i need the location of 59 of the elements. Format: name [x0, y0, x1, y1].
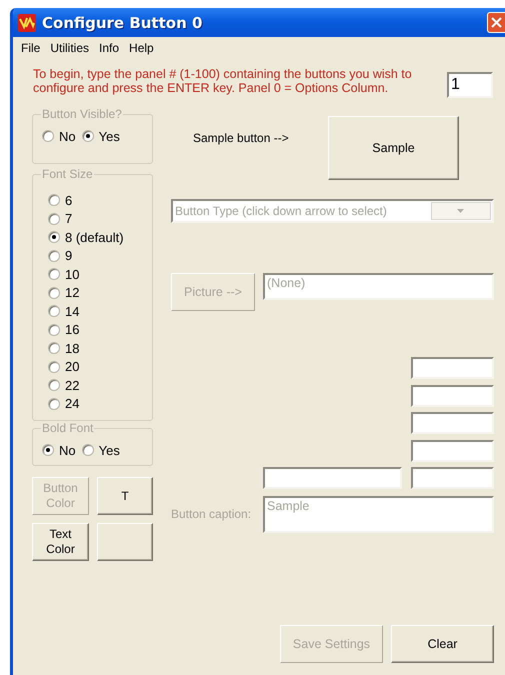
- radio-button[interactable]: [48, 360, 60, 373]
- radio-label[interactable]: 12: [65, 285, 80, 300]
- radio-label[interactable]: Yes: [98, 442, 120, 458]
- close-button[interactable]: [487, 12, 505, 33]
- input-field[interactable]: [263, 467, 402, 489]
- radio-button[interactable]: [48, 250, 60, 262]
- input-field[interactable]: [411, 357, 494, 379]
- radio-label[interactable]: 24: [65, 396, 80, 412]
- radio-button[interactable]: [48, 194, 60, 206]
- radio-label[interactable]: 22: [65, 378, 80, 393]
- radio-label[interactable]: 6: [65, 192, 72, 208]
- radio-label[interactable]: No: [59, 128, 76, 144]
- radio-button[interactable]: [48, 324, 60, 336]
- menu-item[interactable]: Utilities: [45, 40, 94, 54]
- radio-label[interactable]: Yes: [98, 128, 120, 144]
- radio-button[interactable]: [82, 130, 94, 142]
- app-logo-icon: [18, 14, 36, 32]
- radio-label[interactable]: 16: [65, 322, 80, 338]
- color-button[interactable]: T: [97, 477, 153, 515]
- radio-label[interactable]: 14: [65, 304, 80, 319]
- menu-item[interactable]: Help: [124, 40, 159, 54]
- window-title: Configure Button 0: [42, 14, 204, 32]
- dropdown-arrow-icon: [457, 209, 464, 213]
- radio-button[interactable]: [48, 379, 60, 392]
- input-field[interactable]: [411, 412, 494, 434]
- radio-button[interactable]: [48, 231, 60, 244]
- caption-label: Button caption:: [171, 507, 252, 523]
- radio-label[interactable]: No: [59, 442, 76, 458]
- action-button[interactable]: Clear: [391, 625, 494, 663]
- sample-button[interactable]: Sample: [328, 116, 459, 180]
- radio-button[interactable]: [48, 342, 60, 354]
- menu-item[interactable]: Info: [94, 40, 124, 54]
- panel-number-field[interactable]: 1: [447, 72, 493, 98]
- color-button[interactable]: [97, 523, 153, 561]
- instruction-text: To begin, type the panel # (1-100) containing the buttons you wish to configure and press the ENTER key. Panel 0 = Options Column.: [33, 67, 413, 95]
- radio-button[interactable]: [48, 212, 60, 225]
- radio-label[interactable]: 9: [65, 248, 72, 264]
- radio-button[interactable]: [48, 398, 60, 410]
- radio-button[interactable]: [48, 305, 60, 318]
- group-title: Font Size: [41, 167, 94, 181]
- input-field[interactable]: [411, 467, 494, 489]
- input-field[interactable]: [411, 384, 494, 406]
- radio-button[interactable]: [48, 268, 60, 280]
- input-field[interactable]: [411, 440, 494, 462]
- radio-button[interactable]: [48, 286, 60, 299]
- radio-label[interactable]: 20: [65, 359, 80, 374]
- radio-label[interactable]: 18: [65, 340, 80, 356]
- menu-item[interactable]: File: [16, 40, 46, 54]
- radio-button[interactable]: [42, 444, 54, 456]
- radio-label[interactable]: 10: [65, 266, 80, 282]
- sample-label: Sample button -->: [193, 131, 290, 147]
- color-button[interactable]: Text Color: [32, 523, 89, 561]
- radio-label[interactable]: 7: [65, 211, 72, 226]
- radio-button[interactable]: [82, 444, 94, 456]
- close-icon: [491, 17, 502, 28]
- radio-button[interactable]: [42, 130, 54, 142]
- radio-label[interactable]: 8 (default): [65, 230, 124, 245]
- group-title: Button Visible?: [41, 107, 123, 121]
- group-title: Bold Font: [41, 421, 94, 435]
